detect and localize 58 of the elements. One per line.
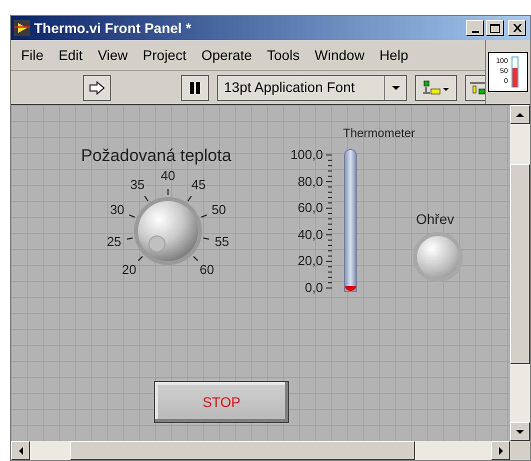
scroll-left-button[interactable] — [11, 441, 30, 460]
right-arrow-icon — [498, 446, 502, 454]
knob-scale-label: 50 — [210, 202, 228, 217]
knob-scale-label: 30 — [108, 202, 126, 217]
thermometer-scale-label: 20,0 — [296, 254, 323, 268]
knob-scale-label: 55 — [214, 234, 230, 249]
menu-item[interactable]: File — [21, 44, 44, 66]
maximize-icon — [490, 24, 500, 32]
align-icon — [422, 80, 450, 96]
led-label: Ohřev — [416, 210, 454, 229]
vi-icon — [14, 20, 30, 36]
menu-item[interactable]: Operate — [201, 44, 252, 66]
window-title: Thermo.vi Front Panel * — [34, 18, 192, 38]
pause-button[interactable] — [181, 74, 209, 100]
scroll-up-button[interactable] — [510, 105, 530, 124]
resize-grip[interactable] — [510, 441, 530, 460]
menu-item[interactable]: Window — [314, 44, 364, 66]
thermometer-label: Thermometer — [343, 125, 416, 142]
distribute-icon — [469, 80, 485, 96]
knob-label: Požadovaná teplota — [81, 145, 232, 167]
minimize-icon — [472, 31, 478, 33]
align-button[interactable] — [415, 74, 457, 100]
scroll-thumb[interactable] — [510, 164, 530, 364]
thermometer-scale-label: 100,0 — [289, 148, 323, 162]
vertical-scrollbar[interactable] — [510, 105, 530, 460]
close-icon — [512, 24, 522, 32]
distribute-button[interactable] — [465, 74, 485, 100]
scroll-right-button[interactable] — [491, 441, 510, 460]
thermometer-scale-label: 80,0 — [296, 174, 323, 189]
run-arrow-icon — [89, 80, 105, 94]
menu-item[interactable]: Edit — [58, 44, 83, 66]
thermometer-scale-label: 60,0 — [296, 201, 323, 216]
scroll-down-button[interactable] — [510, 422, 530, 441]
run-button[interactable] — [83, 74, 111, 100]
horizontal-scrollbar[interactable] — [11, 441, 510, 460]
knob-scale-label: 20 — [120, 262, 138, 277]
menu-item[interactable]: Project — [142, 44, 186, 66]
left-arrow-icon — [18, 446, 22, 454]
close-button[interactable] — [508, 20, 526, 36]
minimize-button[interactable] — [466, 20, 484, 36]
menu-item[interactable]: Help — [379, 44, 408, 66]
knob-scale-label: 45 — [190, 178, 207, 192]
font-dropdown[interactable]: 13pt Application Font — [217, 74, 407, 100]
scroll-thumb[interactable] — [70, 441, 415, 460]
thermometer-icon — [510, 56, 520, 88]
thermometer-scale-label: 40,0 — [296, 228, 323, 242]
knob-scale-label: 40 — [160, 169, 176, 183]
menu-item[interactable]: View — [98, 44, 128, 66]
caret-icon — [392, 86, 400, 90]
knob-scale-label: 35 — [129, 178, 146, 192]
maximize-button[interactable] — [486, 20, 504, 36]
knob-scale-label: 60 — [198, 262, 216, 277]
down-arrow-icon — [516, 430, 524, 434]
thermometer-scale-label: 0,0 — [304, 281, 323, 295]
knob-scale-label: 25 — [106, 234, 122, 249]
up-arrow-icon — [516, 112, 524, 116]
pause-icon — [190, 82, 200, 94]
menu-item[interactable]: Tools — [266, 44, 300, 66]
